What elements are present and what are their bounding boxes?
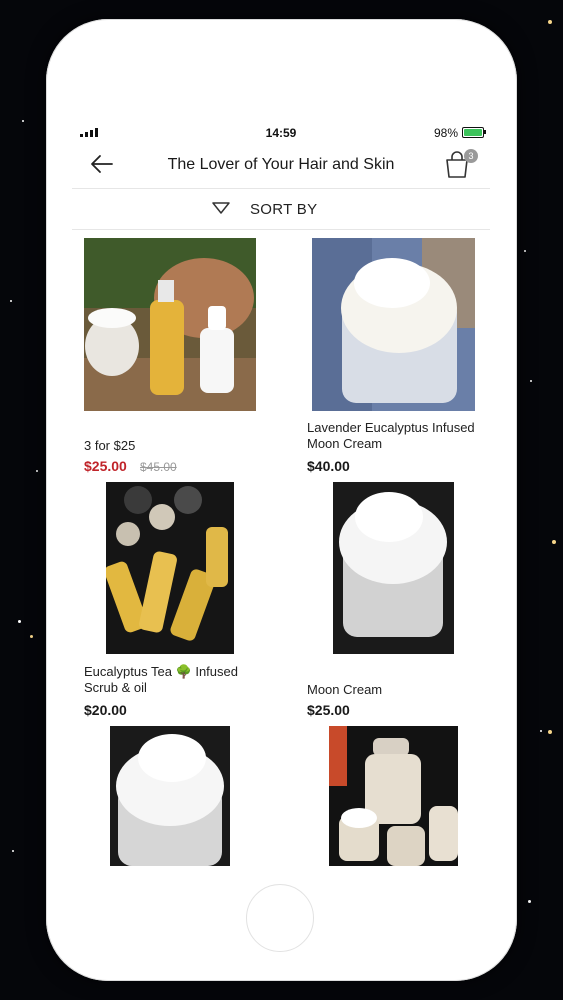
product-image[interactable] — [106, 482, 234, 654]
battery-icon — [462, 127, 486, 138]
product-name: Eucalyptus Tea 🌳 Infused Scrub & oil — [84, 664, 238, 695]
home-button[interactable] — [246, 884, 314, 952]
status-time: 14:59 — [265, 126, 297, 140]
status-bar: 14:59 98% — [72, 124, 490, 142]
triangle-down-icon — [212, 202, 230, 214]
product-image[interactable] — [312, 238, 475, 411]
battery-percent: 98% — [433, 126, 458, 140]
product-card[interactable]: Moon Cream $25.00 — [281, 472, 490, 718]
product-image[interactable] — [333, 482, 454, 654]
product-card[interactable]: 3 for $25 $25.00 $45.00 — [72, 228, 281, 474]
sort-label: SORT BY — [250, 201, 318, 218]
product-card[interactable] — [72, 716, 281, 866]
app-screen: 14:59 98% The Lover of Your Hair and Ski… — [72, 124, 490, 866]
product-image[interactable] — [84, 238, 256, 411]
cart-count-badge: 3 — [464, 149, 478, 163]
product-card[interactable] — [281, 716, 490, 866]
product-image[interactable] — [329, 726, 458, 866]
app-header: The Lover of Your Hair and Skin 3 — [72, 142, 490, 188]
product-card[interactable]: Eucalyptus Tea 🌳 Infused Scrub & oil $20… — [72, 472, 281, 718]
product-name: Lavender Eucalyptus Infused Moon Cream — [307, 420, 475, 451]
product-card[interactable]: Lavender Eucalyptus Infused Moon Cream $… — [281, 228, 490, 474]
product-image[interactable] — [110, 726, 230, 866]
sort-bar[interactable]: SORT BY — [72, 188, 490, 230]
product-name: 3 for $25 — [84, 438, 136, 453]
page-title: The Lover of Your Hair and Skin — [167, 156, 395, 173]
product-name: Moon Cream — [307, 682, 383, 697]
